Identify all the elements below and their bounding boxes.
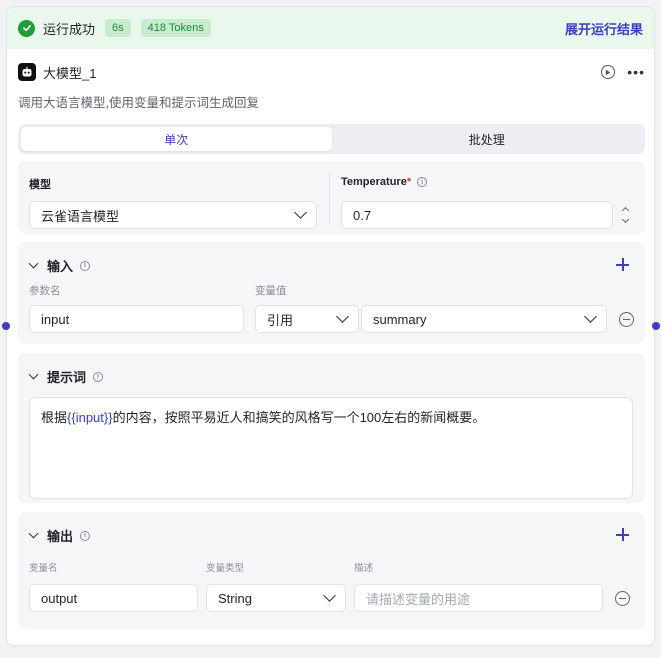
input-section-title: 输入 (47, 259, 74, 274)
more-options-icon[interactable]: ••• (627, 65, 645, 79)
prompt-text-after: 的内容，按照平易近人和搞笑的风格写一个100左右的新闻概要。 (112, 410, 486, 425)
output-panel: 输出 i 变量名 变量类型 描述 output String 请描述变量的用途 (18, 512, 645, 629)
input-panel: 输入 i 参数名 变量值 input 引用 summary (18, 242, 645, 344)
output-section-header[interactable]: 输出 i (28, 526, 91, 545)
run-status-bar: 运行成功 6s 418 Tokens 展开运行结果 (7, 7, 654, 49)
remove-output-minus-icon[interactable] (615, 591, 630, 606)
output-name-input[interactable]: output (29, 584, 198, 612)
output-type-value: String (218, 590, 252, 606)
collapse-chevron-icon[interactable] (28, 528, 39, 539)
collapse-chevron-icon[interactable] (28, 258, 39, 269)
prompt-section-header[interactable]: 提示词 i (28, 367, 104, 386)
stepper-down-icon[interactable] (621, 215, 629, 224)
var-desc-header: 描述 (354, 563, 374, 574)
temperature-label-row: Temperature * i (341, 176, 428, 188)
prompt-section-title: 提示词 (47, 370, 87, 385)
info-icon[interactable]: i (80, 530, 91, 541)
output-desc-placeholder: 请描述变量的用途 (366, 591, 471, 607)
add-output-plus-icon[interactable] (616, 528, 629, 541)
node-description: 调用大语言模型,使用变量和提示词生成回复 (18, 96, 259, 110)
var-value-header: 变量值 (255, 285, 287, 297)
output-desc-input[interactable]: 请描述变量的用途 (354, 584, 603, 612)
llm-node-card: 运行成功 6s 418 Tokens 展开运行结果 大模型_1 ••• 调用大语… (6, 6, 655, 646)
param-name-input[interactable]: input (29, 305, 244, 333)
model-settings-panel: 模型 云雀语言模型 Temperature * i 0.7 (18, 161, 645, 234)
node-header: 大模型_1 ••• (18, 63, 645, 81)
right-connection-port[interactable] (652, 322, 660, 330)
output-type-select[interactable]: String (206, 584, 346, 612)
temperature-value: 0.7 (353, 207, 372, 223)
chevron-down-icon (584, 310, 597, 323)
ref-variable-value: summary (373, 311, 427, 327)
output-name-value: output (41, 590, 78, 606)
run-status-label: 运行成功 (43, 21, 96, 37)
chevron-down-icon (294, 206, 307, 219)
expand-results-link[interactable]: 展开运行结果 (565, 19, 643, 38)
left-connection-port[interactable] (2, 322, 10, 330)
duration-badge: 6s (105, 19, 131, 37)
var-type-header: 变量类型 (206, 563, 245, 574)
param-name-header: 参数名 (29, 285, 61, 297)
model-select[interactable]: 云雀语言模型 (29, 201, 317, 229)
stepper-up-icon[interactable] (621, 206, 629, 215)
run-node-play-icon[interactable] (601, 65, 616, 79)
model-label: 模型 (29, 179, 51, 191)
prompt-textarea[interactable]: 根据{{input}}的内容，按照平易近人和搞笑的风格写一个100左右的新闻概要… (29, 397, 633, 499)
temperature-stepper[interactable] (619, 201, 631, 229)
prompt-variable-token: {{input}} (67, 410, 113, 425)
var-name-header: 变量名 (29, 563, 58, 574)
temperature-input[interactable]: 0.7 (341, 201, 613, 229)
info-icon[interactable]: i (93, 371, 104, 382)
model-select-value: 云雀语言模型 (41, 208, 120, 224)
temperature-label: Temperature (341, 176, 407, 188)
mode-tabs: 单次 批处理 (18, 124, 645, 154)
remove-input-minus-icon[interactable] (619, 312, 634, 327)
param-name-value: input (41, 311, 70, 327)
add-input-plus-icon[interactable] (616, 258, 629, 271)
info-icon[interactable]: i (80, 260, 91, 271)
input-section-header[interactable]: 输入 i (28, 256, 91, 275)
ref-type-value: 引用 (267, 312, 294, 328)
required-mark: * (406, 176, 412, 188)
divider (329, 173, 330, 223)
tab-single[interactable]: 单次 (21, 127, 332, 151)
collapse-chevron-icon[interactable] (28, 369, 39, 380)
prompt-panel: 提示词 i 根据{{input}}的内容，按照平易近人和搞笑的风格写一个100左… (18, 353, 645, 503)
node-title[interactable]: 大模型_1 (43, 63, 96, 82)
chevron-down-icon (336, 310, 349, 323)
prompt-text-before: 根据 (41, 410, 68, 425)
output-section-title: 输出 (47, 529, 74, 544)
ref-type-select[interactable]: 引用 (255, 305, 359, 333)
robot-icon (18, 63, 36, 81)
success-check-icon (18, 19, 35, 37)
chevron-down-icon (323, 589, 336, 602)
tokens-badge: 418 Tokens (140, 19, 211, 37)
tab-batch[interactable]: 批处理 (332, 127, 643, 151)
info-icon[interactable]: i (417, 177, 428, 187)
ref-variable-select[interactable]: summary (361, 305, 607, 333)
